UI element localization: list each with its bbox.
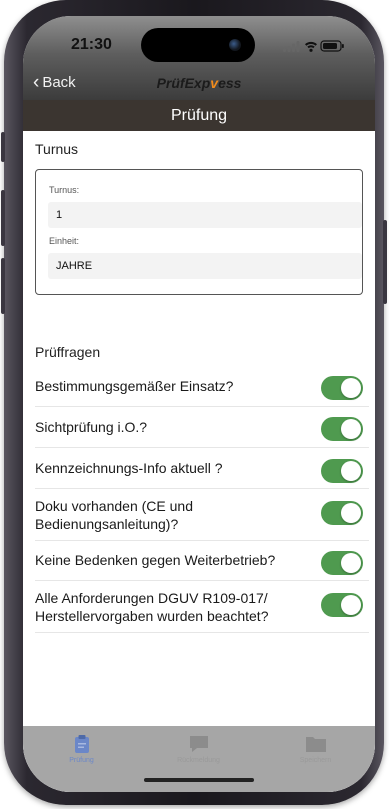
camera-icon [229, 39, 241, 51]
question-row: Keine Bedenken gegen Weiterbetrieb? [35, 541, 369, 581]
tab-label: Speichern [299, 757, 332, 764]
turnus-card: Turnus: 1 Einheit: JAHRE [35, 169, 363, 295]
tab-label: Prüfung [69, 757, 94, 764]
question-toggle[interactable] [321, 459, 363, 483]
toggle-knob [341, 595, 361, 615]
question-toggle[interactable] [321, 551, 363, 575]
top-bar: 21:30 ‹ Back PrüfExpvess [23, 16, 375, 100]
toggle-knob [341, 553, 361, 573]
folder-icon [305, 737, 326, 752]
toggle-knob [341, 461, 361, 481]
toggle-knob [341, 503, 361, 523]
phone-frame: 21:30 ‹ Back PrüfExpvess Prüfung Turnus … [1, 0, 387, 805]
question-row: Doku vorhanden (CE und Bedienungsanleitu… [35, 489, 369, 541]
question-row: Kennzeichnungs-Info aktuell ? [35, 448, 369, 489]
dynamic-island [141, 28, 255, 62]
question-label: Doku vorhanden (CE und Bedienungsanleitu… [35, 498, 193, 532]
tab-bar: Prüfung Rückmeldung Speichern [23, 726, 375, 792]
question-row: Alle Anforderungen DGUV R109-017/ Herste… [35, 581, 369, 633]
logo-accent: v [210, 75, 219, 91]
signal-icon [283, 41, 300, 52]
tab-speichern[interactable]: Speichern [257, 734, 374, 764]
wifi-icon [305, 41, 317, 52]
question-row: Sichtprüfung i.O.? [35, 407, 369, 448]
power-button [383, 220, 387, 304]
turnus-heading: Turnus [35, 141, 79, 157]
question-label: Sichtprüfung i.O.? [35, 419, 148, 435]
main-content: Turnus Turnus: 1 Einheit: JAHRE Prüffrag… [23, 131, 375, 792]
turnus-field-label: Turnus: [49, 185, 80, 195]
turnus-field[interactable]: 1 [48, 202, 362, 228]
question-toggle[interactable] [321, 417, 363, 441]
action-button [1, 132, 5, 162]
screen: 21:30 ‹ Back PrüfExpvess Prüfung Turnus … [23, 16, 375, 792]
question-row: Bestimmungsgemäßer Einsatz? [35, 367, 369, 407]
tab-rueckmeldung[interactable]: Rückmeldung [140, 734, 257, 764]
tab-pruefung[interactable]: Prüfung [23, 734, 140, 764]
logo-part-2: ess [218, 75, 242, 91]
tab-label: Rückmeldung [177, 757, 220, 764]
question-toggle[interactable] [321, 501, 363, 525]
toggle-knob [341, 378, 361, 398]
toggle-knob [341, 419, 361, 439]
question-label: Kennzeichnungs-Info aktuell ? [35, 460, 223, 476]
question-toggle[interactable] [321, 376, 363, 400]
battery-icon [320, 40, 344, 52]
volume-up-button [1, 190, 5, 246]
app-logo: PrüfExpvess [23, 75, 375, 91]
page-title: Prüfung [23, 100, 375, 131]
status-time: 21:30 [71, 36, 112, 53]
question-toggle[interactable] [321, 593, 363, 617]
status-icons [283, 39, 345, 52]
question-label: Keine Bedenken gegen Weiterbetrieb? [35, 552, 276, 568]
logo-part-1: PrüfExp [156, 75, 211, 91]
clipboard-icon [74, 735, 89, 753]
question-label: Alle Anforderungen DGUV R109-017/ Herste… [35, 590, 269, 624]
einheit-field-label: Einheit: [49, 236, 80, 246]
volume-down-button [1, 258, 5, 314]
home-indicator[interactable] [144, 778, 254, 782]
einheit-field[interactable]: JAHRE [48, 253, 362, 279]
prueffragen-heading: Prüffragen [35, 344, 101, 360]
question-label: Bestimmungsgemäßer Einsatz? [35, 378, 234, 394]
chat-bubble-icon [189, 736, 208, 752]
